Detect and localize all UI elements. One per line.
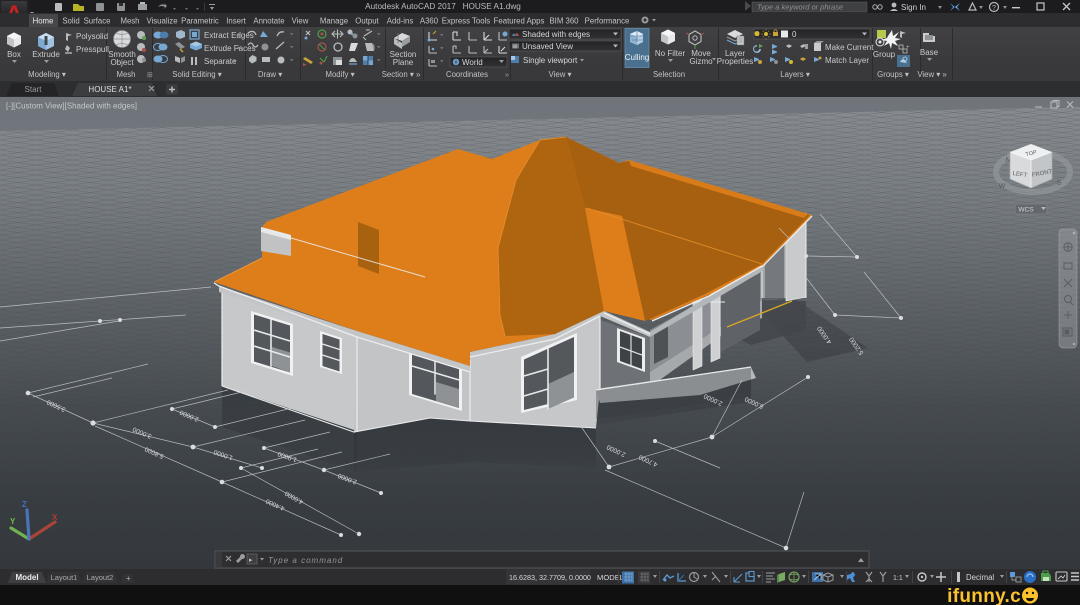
svg-text:ifunny.c: ifunny.c (947, 586, 1021, 605)
svg-text:Separate: Separate (204, 57, 237, 66)
svg-text:Express Tools: Express Tools (442, 17, 490, 26)
svg-text:View ▾: View ▾ (549, 70, 572, 79)
svg-text:Section ▾ »: Section ▾ » (382, 70, 421, 79)
svg-text:HOUSE A1*: HOUSE A1* (88, 85, 131, 94)
svg-text:[-][Custom View][Shaded with e: [-][Custom View][Shaded with edges] (6, 102, 137, 111)
svg-text:Featured Apps: Featured Apps (494, 17, 545, 26)
svg-text:Extrude Faces: Extrude Faces (204, 44, 256, 53)
svg-text:Type a keyword or phrase: Type a keyword or phrase (757, 3, 843, 12)
svg-text:Box: Box (7, 50, 21, 59)
svg-text:+: + (906, 45, 910, 51)
svg-text:⊞: ⊞ (513, 44, 517, 50)
svg-text:Mesh: Mesh (120, 17, 139, 26)
svg-text:View ▾ »: View ▾ » (917, 70, 947, 79)
svg-text:No Filter: No Filter (655, 49, 686, 58)
svg-text:Presspull: Presspull (76, 45, 109, 54)
svg-text:0: 0 (792, 30, 797, 39)
svg-text:Polysolid: Polysolid (76, 32, 108, 41)
svg-text:Output: Output (355, 17, 379, 26)
svg-text:WCS: WCS (1018, 207, 1034, 214)
svg-text:Object: Object (110, 58, 134, 67)
svg-text:Manage: Manage (320, 17, 348, 26)
svg-text:Autodesk AutoCAD 2017 HOUSE: Autodesk AutoCAD 2017 HOUSE A1.dwg (365, 2, 521, 11)
svg-text:Home: Home (33, 17, 54, 26)
svg-text:⊞: ⊞ (147, 72, 153, 79)
svg-text:Culling: Culling (625, 53, 649, 62)
svg-text:Performance: Performance (585, 17, 630, 26)
svg-text:16.6283, 32.7709, 0.0000: 16.6283, 32.7709, 0.0000 (509, 573, 591, 582)
svg-text:Y: Y (10, 517, 16, 526)
svg-text:View: View (292, 17, 309, 26)
svg-text:Properties: Properties (717, 57, 753, 66)
svg-text:Base: Base (920, 48, 939, 57)
svg-text:1:1: 1:1 (893, 575, 903, 582)
svg-text:Solid Editing ▾: Solid Editing ▾ (172, 70, 222, 79)
svg-text:Single viewport: Single viewport (523, 56, 578, 65)
svg-text:Gizmo: Gizmo (689, 57, 713, 66)
svg-text:BIM 360: BIM 360 (549, 17, 579, 26)
svg-text:Add-ins: Add-ins (387, 17, 414, 26)
svg-text:Model: Model (15, 573, 38, 582)
svg-text:Shaded with edges: Shaded with edges (522, 30, 590, 39)
svg-text:Modeling ▾: Modeling ▾ (28, 70, 66, 79)
svg-text:A360: A360 (420, 17, 439, 26)
svg-text:S: S (1057, 180, 1062, 187)
svg-text:Group: Group (873, 50, 896, 59)
svg-text:»: » (505, 72, 509, 79)
svg-text:Selection: Selection (653, 70, 685, 79)
svg-text:Decimal: Decimal (966, 573, 994, 582)
svg-text:Solid: Solid (62, 17, 79, 26)
svg-text:Start: Start (25, 85, 43, 94)
svg-text:MODEL: MODEL (597, 573, 624, 582)
svg-text:W: W (999, 183, 1006, 190)
svg-text:Layers ▾: Layers ▾ (780, 70, 810, 79)
svg-text:+: + (126, 574, 131, 583)
svg-text:Plane: Plane (393, 58, 414, 67)
svg-text:Coordinates: Coordinates (446, 70, 488, 79)
svg-text:Mesh: Mesh (116, 70, 135, 79)
svg-text:Annotate: Annotate (253, 17, 284, 26)
svg-text:Make Current: Make Current (825, 43, 874, 52)
svg-text:▸: ▸ (249, 557, 253, 564)
svg-text:Extrude: Extrude (32, 50, 60, 59)
svg-text:Parametric: Parametric (181, 17, 219, 26)
svg-text:Match Layer: Match Layer (825, 56, 869, 65)
svg-text:Unsaved View: Unsaved View (522, 42, 573, 51)
svg-text:Type a command: Type a command (268, 556, 343, 565)
svg-text:Draw ▾: Draw ▾ (258, 70, 282, 79)
svg-text:Visualize: Visualize (146, 17, 177, 26)
svg-text:Sign In: Sign In (901, 3, 926, 12)
svg-text:Extract Edges: Extract Edges (204, 31, 254, 40)
svg-text:Surface: Surface (84, 17, 111, 26)
svg-text:Layout1: Layout1 (51, 573, 78, 582)
svg-text:Z: Z (22, 500, 27, 509)
svg-text:X: X (52, 513, 58, 522)
svg-text:Layout2: Layout2 (87, 573, 114, 582)
svg-text:Groups ▾: Groups ▾ (877, 70, 909, 79)
svg-text:Insert: Insert (226, 17, 246, 26)
svg-text:?: ? (992, 5, 996, 12)
svg-text:Modify ▾: Modify ▾ (325, 70, 354, 79)
svg-text:World: World (462, 58, 483, 67)
